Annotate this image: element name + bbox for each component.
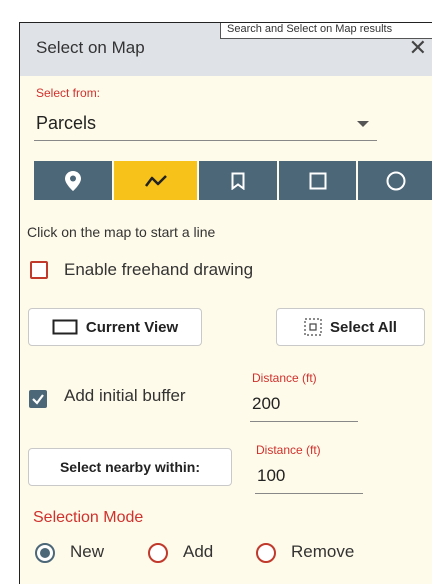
polyline-icon [144, 174, 167, 187]
initial-buffer-checkbox[interactable] [29, 390, 47, 408]
select-from-dropdown[interactable]: Parcels [36, 113, 96, 134]
panel-title: Select on Map [36, 38, 145, 57]
select-nearby-label: Select nearby within: [59, 459, 201, 475]
select-all-icon [304, 318, 322, 336]
tool-rectangle-button[interactable] [279, 161, 358, 200]
select-nearby-button[interactable]: Select nearby within: [28, 448, 232, 486]
rectangle-icon [52, 319, 78, 335]
buffer-distance-label: Distance (ft) [252, 371, 317, 385]
current-view-label: Current View [85, 318, 179, 336]
initial-buffer-label[interactable]: Add initial buffer [64, 386, 186, 406]
dropdown-underline [34, 140, 377, 141]
tooltip: Search and Select on Map results [220, 23, 432, 39]
radio-add-label[interactable]: Add [183, 542, 213, 562]
select-all-button[interactable]: Select All [276, 308, 425, 346]
selection-mode-label: Selection Mode [33, 509, 144, 526]
radio-new[interactable] [35, 543, 55, 563]
freehand-checkbox[interactable] [30, 261, 48, 279]
radio-remove-label[interactable]: Remove [291, 542, 354, 562]
radio-remove[interactable] [256, 543, 276, 563]
draw-hint: Click on the map to start a line [27, 224, 216, 240]
freehand-label[interactable]: Enable freehand drawing [64, 260, 253, 280]
map-pin-icon [65, 170, 81, 191]
radio-new-label[interactable]: New [70, 542, 104, 562]
nearby-distance-input[interactable]: 100 [257, 466, 285, 486]
select-on-map-panel: Select on Map ✕ Select from: Parcels Cli… [19, 22, 432, 584]
radio-add[interactable] [148, 543, 168, 563]
tool-bookmark-button[interactable] [199, 161, 279, 200]
tool-circle-button[interactable] [358, 161, 432, 200]
rectangle-icon [309, 172, 326, 189]
tool-line-button[interactable] [114, 161, 199, 200]
check-icon [32, 394, 44, 405]
nearby-distance-underline [255, 493, 363, 494]
circle-icon [386, 171, 405, 190]
select-from-label: Select from: [36, 86, 101, 100]
current-view-button[interactable]: Current View [28, 308, 202, 346]
bookmark-icon [231, 172, 245, 190]
buffer-distance-underline [250, 421, 358, 422]
draw-tools-toolbar [34, 161, 432, 200]
tool-point-button[interactable] [34, 161, 114, 200]
nearby-distance-label: Distance (ft) [256, 443, 321, 457]
select-all-label: Select All [330, 318, 397, 336]
chevron-down-icon[interactable] [357, 121, 369, 127]
buffer-distance-input[interactable]: 200 [252, 394, 280, 414]
